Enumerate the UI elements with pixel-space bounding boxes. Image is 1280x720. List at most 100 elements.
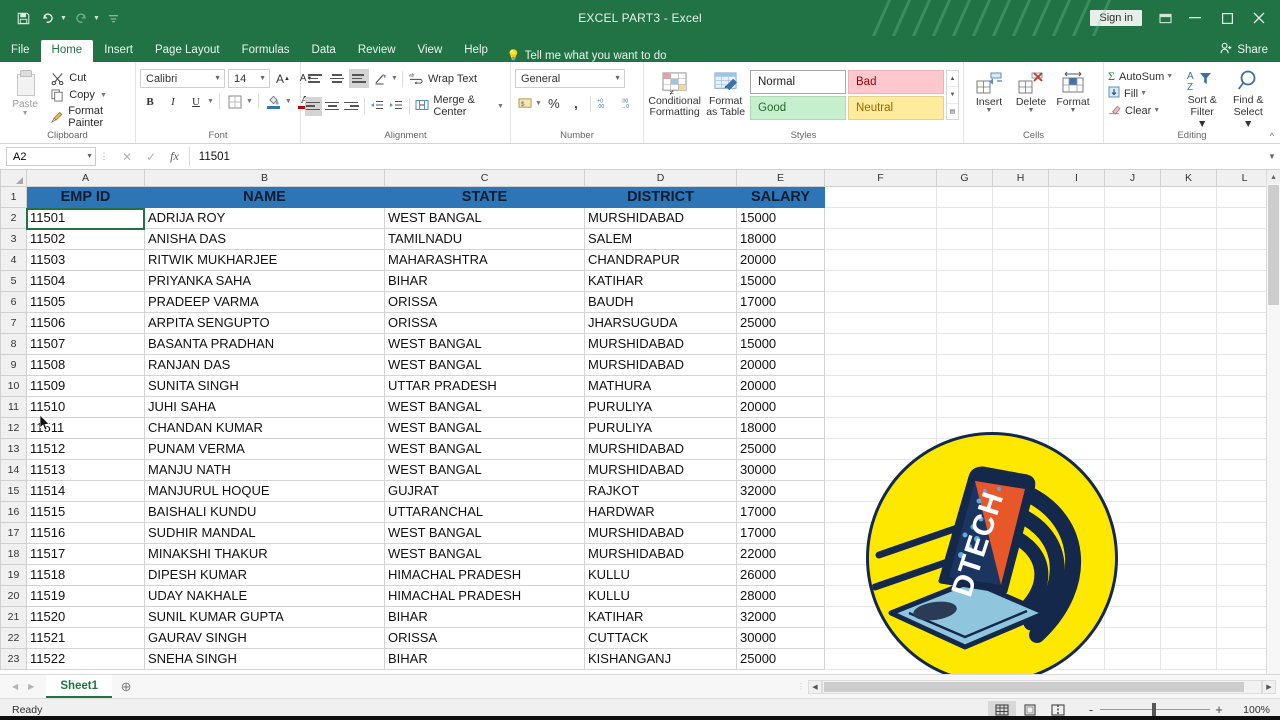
data-cell[interactable]: DIPESH KUMAR <box>144 563 385 586</box>
empty-cell[interactable] <box>824 438 937 460</box>
empty-cell[interactable] <box>1216 417 1273 439</box>
header-cell[interactable]: SALARY <box>736 185 825 208</box>
empty-cell[interactable] <box>1160 543 1217 565</box>
zoom-control[interactable]: - + 100% <box>1072 702 1270 717</box>
empty-cell[interactable] <box>824 375 937 397</box>
align-center-button[interactable] <box>324 97 341 116</box>
row-header[interactable]: 16 <box>0 500 27 523</box>
empty-cell[interactable] <box>1216 543 1273 565</box>
empty-cell[interactable] <box>992 648 1049 670</box>
number-format-select[interactable]: General ▼ <box>515 69 625 88</box>
empty-cell[interactable] <box>992 606 1049 628</box>
sheet-prev-icon[interactable]: ◀ <box>12 682 18 691</box>
data-cell[interactable]: 11515 <box>26 500 145 523</box>
sort-filter-button[interactable]: AZ Sort & Filter ▼ <box>1179 68 1225 130</box>
data-cell[interactable]: UTTAR PRADESH <box>384 374 585 397</box>
row-header[interactable]: 12 <box>0 416 27 439</box>
empty-cell[interactable] <box>1160 480 1217 502</box>
data-cell[interactable]: MURSHIDABAD <box>584 332 737 355</box>
header-cell[interactable]: DISTRICT <box>584 185 737 208</box>
zoom-slider[interactable] <box>1100 703 1210 716</box>
data-cell[interactable]: WEST BANGAL <box>384 458 585 481</box>
row-header[interactable]: 17 <box>0 521 27 544</box>
empty-cell[interactable] <box>1104 291 1161 313</box>
tab-view[interactable]: View <box>407 40 454 63</box>
empty-cell[interactable] <box>1048 459 1105 481</box>
empty-cell[interactable] <box>936 207 993 229</box>
empty-cell[interactable] <box>1160 522 1217 544</box>
data-cell[interactable]: BIHAR <box>384 647 585 670</box>
data-cell[interactable]: SALEM <box>584 227 737 250</box>
data-cell[interactable]: UTTARANCHAL <box>384 500 585 523</box>
empty-cell[interactable] <box>1216 291 1273 313</box>
empty-cell[interactable] <box>1216 396 1273 418</box>
empty-cell[interactable] <box>1160 333 1217 355</box>
clear-dropdown-icon[interactable]: ▼ <box>1153 107 1160 114</box>
empty-cell[interactable] <box>992 207 1049 229</box>
empty-cell[interactable] <box>1048 417 1105 439</box>
name-box-dropdown-icon[interactable]: ▼ <box>86 153 93 160</box>
data-cell[interactable]: RAJKOT <box>584 479 737 502</box>
zoom-level[interactable]: 100% <box>1228 704 1270 716</box>
insert-dropdown-icon[interactable]: ▼ <box>986 107 993 114</box>
data-cell[interactable]: SNEHA SINGH <box>144 647 385 670</box>
empty-cell[interactable] <box>824 312 937 334</box>
empty-cell[interactable] <box>1216 354 1273 376</box>
column-header-a[interactable]: A <box>26 170 145 187</box>
tab-insert[interactable]: Insert <box>93 40 144 63</box>
empty-cell[interactable] <box>1216 375 1273 397</box>
data-cell[interactable]: KULLU <box>584 563 737 586</box>
empty-cell[interactable] <box>1160 354 1217 376</box>
empty-cell[interactable] <box>1160 564 1217 586</box>
empty-cell[interactable] <box>1216 186 1273 208</box>
conditional-formatting-button[interactable]: ≠ Conditional Formatting <box>648 68 701 118</box>
borders-icon[interactable] <box>225 92 245 111</box>
empty-cell[interactable] <box>1104 249 1161 271</box>
empty-cell[interactable] <box>1216 480 1273 502</box>
empty-cell[interactable] <box>1216 606 1273 628</box>
empty-cell[interactable] <box>1160 648 1217 670</box>
data-cell[interactable]: UDAY NAKHALE <box>144 584 385 607</box>
data-cell[interactable]: KISHANGANJ <box>584 647 737 670</box>
paste-dropdown-icon[interactable]: ▼ <box>22 110 29 117</box>
increase-decimal-button[interactable]: +0.00 <box>595 94 617 113</box>
data-cell[interactable]: GUJRAT <box>384 479 585 502</box>
data-cell[interactable]: 15000 <box>736 332 825 355</box>
empty-cell[interactable] <box>936 627 993 649</box>
horizontal-scroll-track[interactable] <box>822 679 1262 694</box>
data-cell[interactable]: 15000 <box>736 206 825 229</box>
empty-cell[interactable] <box>1104 606 1161 628</box>
fill-color-button[interactable] <box>264 92 284 111</box>
row-header[interactable]: 1 <box>0 185 27 208</box>
row-header[interactable]: 6 <box>0 290 27 313</box>
format-as-table-button[interactable]: Format as Table <box>703 68 748 118</box>
data-cell[interactable]: 15000 <box>736 269 825 292</box>
empty-cell[interactable] <box>824 417 937 439</box>
empty-cell[interactable] <box>1160 228 1217 250</box>
data-cell[interactable]: KATIHAR <box>584 269 737 292</box>
empty-cell[interactable] <box>824 333 937 355</box>
empty-cell[interactable] <box>992 291 1049 313</box>
empty-cell[interactable] <box>1216 228 1273 250</box>
zoom-slider-thumb[interactable] <box>1152 703 1156 716</box>
spreadsheet-grid[interactable]: A B C D E F G H I J K L 1 EMP ID NAME STATE… <box>0 170 1280 674</box>
sheet-tab-sheet1[interactable]: Sheet1 <box>46 675 113 698</box>
fill-button[interactable]: Fill ▼ <box>1108 85 1173 102</box>
empty-cell[interactable] <box>1104 354 1161 376</box>
empty-cell[interactable] <box>1160 375 1217 397</box>
cell-style-good[interactable]: Good <box>750 96 846 120</box>
data-cell[interactable]: 11516 <box>26 521 145 544</box>
undo-icon[interactable] <box>37 7 59 29</box>
empty-cell[interactable] <box>1048 543 1105 565</box>
data-cell[interactable]: 17000 <box>736 500 825 523</box>
empty-cell[interactable] <box>992 270 1049 292</box>
styles-scroll-up-icon[interactable]: ▲ <box>947 71 958 88</box>
empty-cell[interactable] <box>1216 648 1273 670</box>
empty-cell[interactable] <box>1160 606 1217 628</box>
data-cell[interactable]: ANISHA DAS <box>144 227 385 250</box>
empty-cell[interactable] <box>1160 186 1217 208</box>
data-cell[interactable]: CUTTACK <box>584 626 737 649</box>
sheet-next-icon[interactable]: ▶ <box>28 682 34 691</box>
empty-cell[interactable] <box>992 627 1049 649</box>
empty-cell[interactable] <box>1160 291 1217 313</box>
